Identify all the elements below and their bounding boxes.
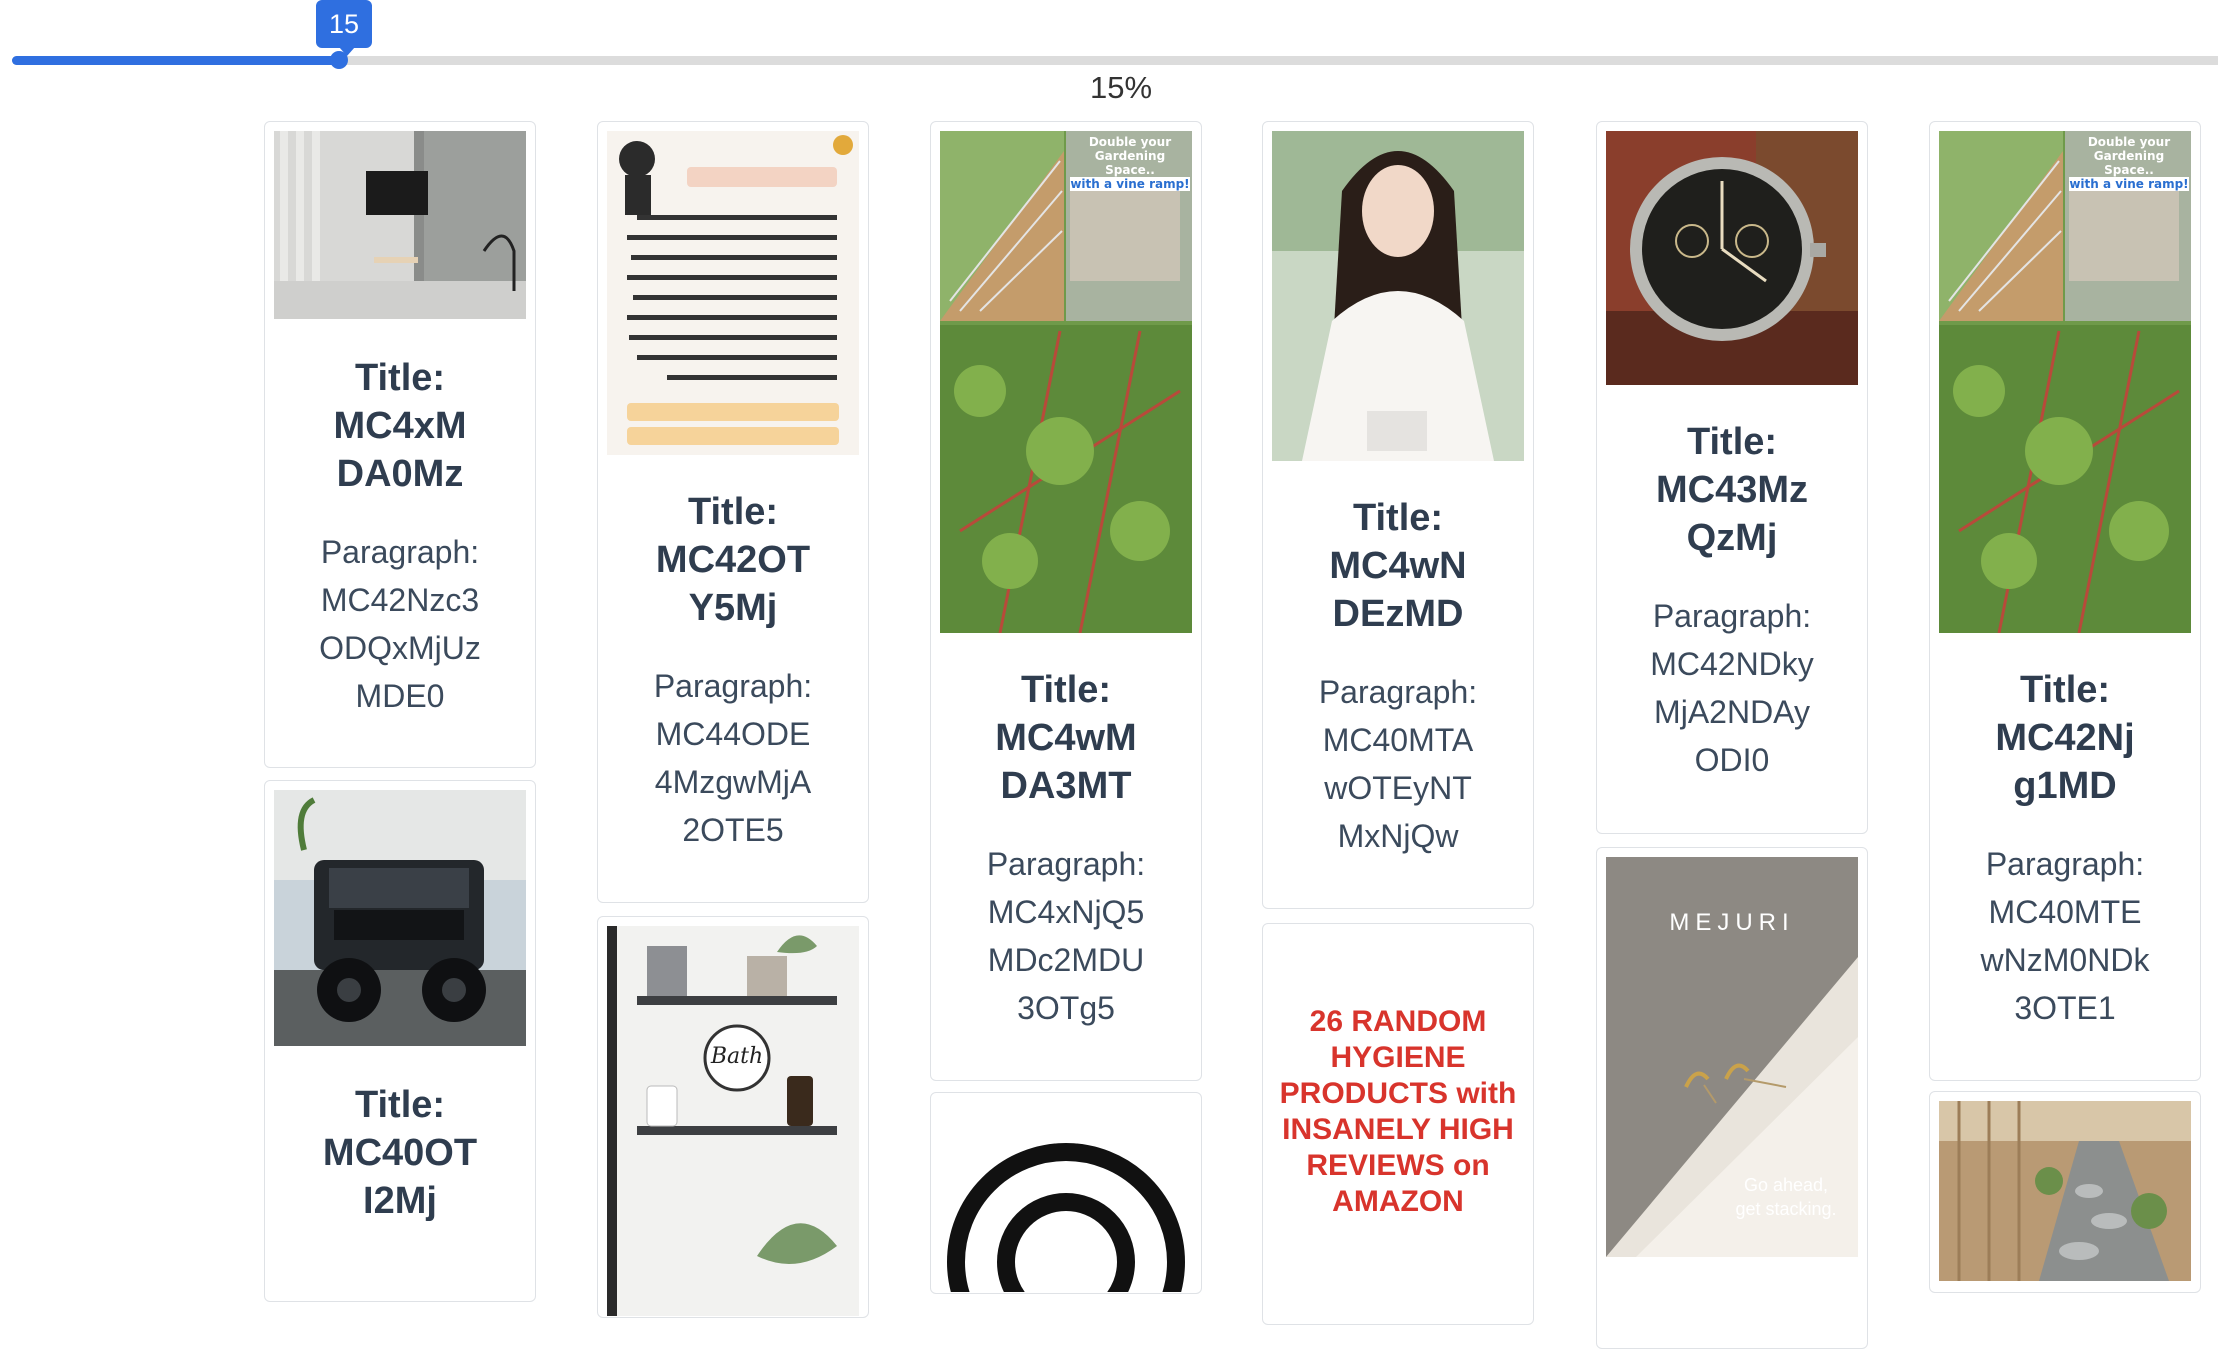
card[interactable]: MEJURI Go ahead, get stacking. <box>1596 847 1868 1349</box>
card-title: Title: MC43Mz QzMj <box>1655 421 1809 559</box>
card-paragraph: Paragraph: MC40MTE wNzM0NDk 3OTE1 <box>1980 846 2150 1026</box>
card-image-target-symbol <box>940 1102 1192 1292</box>
card-hygiene-products-graphic: 26 RANDOM HYGIENE PRODUCTS with INSANELY… <box>1279 1005 1517 1218</box>
card[interactable] <box>1929 1091 2201 1293</box>
card-image-cucumber-trellis: Double your Gardening Space.. with a vine … <box>1939 131 2191 633</box>
slider-value-tooltip: 15 <box>316 0 372 56</box>
mejuri-logo-text: MEJURI <box>1669 909 1795 936</box>
card-image-banner: Double your Gardening Space.. with a vine … <box>1070 135 1190 191</box>
card-title: Title: MC40OT I2Mj <box>322 1084 478 1222</box>
card-image-woman <box>1272 131 1524 461</box>
card[interactable]: Double your Gardening Space.. with a vine … <box>930 121 1202 1081</box>
card-title: Title: MC4wN DEzMD <box>1329 497 1467 635</box>
card-paragraph: Paragraph: MC42NDky MjA2NDAy ODI0 <box>1650 598 1814 778</box>
card-image-watch <box>1606 131 1858 385</box>
slider-fill <box>12 56 343 65</box>
slider-percent-label: 15% <box>1089 70 1153 105</box>
card-paragraph: Paragraph: MC4xNjQ5 MDc2MDU 3OTg5 <box>986 846 1146 1026</box>
card-image-arabic-poster <box>607 131 859 455</box>
card-title: Title: MC42Nj g1MD <box>1995 669 2135 807</box>
card-paragraph: Paragraph: MC44ODE 4MzgwMjA 2OTE5 <box>653 668 813 848</box>
card-image-garden-path <box>1939 1101 2191 1281</box>
card-paragraph: Paragraph: MC40MTA wOTEyNT MxNjQw <box>1318 674 1478 854</box>
card-image-bath-label: Bath <box>710 1044 764 1069</box>
card[interactable]: Title: MC4wN DEzMD Paragraph: MC40MTA wOTEyN… <box>1262 121 1534 909</box>
card[interactable]: Title: MC40OT I2Mj <box>264 780 536 1302</box>
card-title: Title: MC4xM DA0Mz <box>333 357 467 495</box>
card[interactable]: 26 RANDOM HYGIENE PRODUCTS with INSANELY… <box>1262 923 1534 1325</box>
card[interactable]: Title: MC42OT Y5Mj Paragraph: MC44ODE 4MzgwM… <box>597 121 869 903</box>
card-image-mejuri-earrings: MEJURI Go ahead, get stacking. <box>1606 857 1858 1257</box>
card-image-jeep <box>274 790 526 1046</box>
card[interactable]: Title: MC43Mz QzMj Paragraph: MC42NDky MjA2N… <box>1596 121 1868 834</box>
mejuri-caption: Go ahead, get stacking. <box>1735 1175 1837 1219</box>
card[interactable]: Title: MC4xM DA0Mz Paragraph: MC42Nzc3 ODQxM… <box>264 121 536 768</box>
card[interactable] <box>930 1092 1202 1294</box>
card-paragraph: Paragraph: MC42Nzc3 ODQxMjUz MDE0 <box>319 534 481 714</box>
card-title: Title: MC4wM DA3MT <box>995 669 1137 807</box>
card-title: Title: MC42OT Y5Mj <box>655 491 811 629</box>
card[interactable]: Bath <box>597 916 869 1318</box>
card-image-banner: Double your Gardening Space.. with a vine … <box>2069 135 2189 191</box>
card-image-cucumber-trellis: Double your Gardening Space.. with a vine … <box>940 131 1192 633</box>
card-image-living-room <box>274 131 526 319</box>
slider-value: 15 <box>328 9 360 39</box>
card-image-bathroom-shelves: Bath <box>607 926 859 1316</box>
card[interactable]: Double your Gardening Space.. with a vine … <box>1929 121 2201 1081</box>
